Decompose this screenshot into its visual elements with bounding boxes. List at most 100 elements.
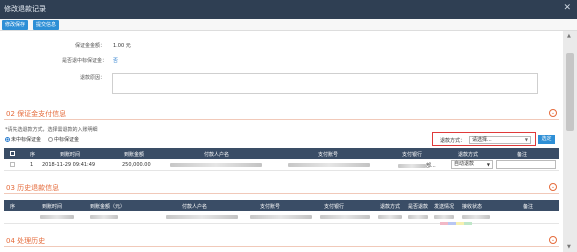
status-swatch xyxy=(440,222,448,225)
radio-unwon[interactable]: 未中标保证金 xyxy=(5,136,41,143)
history-cell-redacted xyxy=(408,214,428,220)
section-history-title: 03 历史退款信息 xyxy=(6,184,60,192)
radio-won[interactable]: 中标保证金 xyxy=(48,136,79,143)
row-bank: 部... xyxy=(398,162,436,169)
history-col-index: 序 xyxy=(10,204,16,210)
row-account-redacted xyxy=(288,162,370,168)
dropdown-caret-icon: ▼ xyxy=(524,137,528,142)
radio-unwon-label: 未中标保证金 xyxy=(11,137,42,143)
chevron-down-icon[interactable]: ⌄ xyxy=(549,183,557,191)
deposit-value: 1.00 元 xyxy=(113,43,131,49)
reason-label: 退款原因： xyxy=(80,75,106,81)
payment-col-note: 备注 xyxy=(517,152,528,158)
payment-col-amount: 到账金额 xyxy=(124,152,145,158)
history-cell-redacted xyxy=(90,214,118,220)
history-cell-redacted xyxy=(250,214,312,220)
history-cell-redacted xyxy=(462,214,490,220)
redacted-history xyxy=(90,214,118,219)
history-cell-redacted xyxy=(320,214,370,220)
section-process-title: 04 处理历史 xyxy=(6,237,46,245)
row-time: 2018-11-29 09:41:49 xyxy=(42,162,96,168)
row-index: 1 xyxy=(30,162,34,168)
history-status-colors xyxy=(440,222,472,225)
table-row[interactable]: 1 2018-11-29 09:41:49 250,000.00 部... 自动… xyxy=(4,159,559,171)
table-row[interactable] xyxy=(4,211,559,224)
deposit-label: 保证金金额： xyxy=(75,43,106,49)
refund-method-select[interactable]: 请选择... ▼ xyxy=(469,136,531,144)
section-payment-title: 02 保证金支付信息 xyxy=(6,110,67,118)
redacted-bank xyxy=(398,163,426,168)
refund-method-filter: 退款方式： 请选择... ▼ xyxy=(432,132,536,146)
winning-label: 是否退中标保证金： xyxy=(62,58,108,64)
row-bank-suffix: 部... xyxy=(426,163,436,169)
payment-table-header: 序 到账时间 到账金额 付款人户名 支付账号 支付银行 退款方式 备注 xyxy=(4,148,559,159)
row-amount: 250,000.00 xyxy=(122,162,151,168)
scroll-down-icon[interactable]: ▼ xyxy=(567,244,571,250)
payment-col-time: 到账时间 xyxy=(60,152,81,158)
vertical-scrollbar[interactable]: ▲ ▼ xyxy=(563,31,577,252)
redacted-history xyxy=(462,214,490,219)
select-all-checkbox[interactable] xyxy=(10,151,15,156)
redacted-history xyxy=(166,214,238,219)
submit-button[interactable]: 提交信息 xyxy=(33,20,60,30)
chevron-down-icon[interactable]: ⌄ xyxy=(549,109,557,117)
section-payment-header: 02 保证金支付信息 ⌄ xyxy=(4,109,559,120)
redacted-payer xyxy=(170,162,262,167)
status-swatch xyxy=(464,222,472,225)
winning-value: 否 xyxy=(113,58,119,64)
payment-col-method: 退款方式 xyxy=(458,152,479,158)
row-note-input[interactable] xyxy=(496,160,556,169)
redacted-history xyxy=(250,214,312,219)
redacted-history xyxy=(408,214,428,219)
history-col-payer: 付款人户名 xyxy=(182,204,208,210)
history-col-received: 接收状态 xyxy=(462,204,483,210)
radio-won-label: 中标保证金 xyxy=(54,137,80,143)
history-col-account: 支付账号 xyxy=(260,204,281,210)
select-button[interactable]: 选定 xyxy=(538,135,555,144)
history-col-sent: 发送情况 xyxy=(434,204,455,210)
status-swatch xyxy=(456,222,464,225)
payment-hint: *请先选退款方式，选择需退款的入账明细 xyxy=(5,127,98,133)
section-history-header: 03 历史退款信息 ⌄ xyxy=(4,183,559,194)
toolbar: 修改保存 提交信息 xyxy=(0,19,577,31)
history-cell-redacted xyxy=(378,214,402,220)
row-checkbox[interactable] xyxy=(10,162,15,167)
payment-col-index: 序 xyxy=(30,152,36,158)
redacted-history xyxy=(40,214,74,219)
status-swatch xyxy=(448,222,456,225)
history-col-time: 到账时间 xyxy=(42,204,63,210)
radio-unwon-dot xyxy=(5,137,10,142)
history-col-bank: 支付银行 xyxy=(324,204,345,210)
refund-method-placeholder: 请选择... xyxy=(472,137,492,143)
radio-won-dot xyxy=(48,137,53,142)
row-payer-redacted xyxy=(170,162,262,168)
row-method-select[interactable]: 自动退款 ▼ xyxy=(451,160,493,169)
refund-method-label: 退款方式： xyxy=(440,138,466,144)
redacted-history xyxy=(320,214,370,219)
history-col-note: 备注 xyxy=(523,204,534,210)
history-cell-redacted xyxy=(434,214,454,220)
redacted-history xyxy=(434,214,454,219)
scrollbar-thumb[interactable] xyxy=(566,53,574,131)
history-table-header: 序 到账时间 到账金额（元） 付款人户名 支付账号 支付银行 退款方式 是否退款… xyxy=(4,200,559,211)
close-icon[interactable]: ✕ xyxy=(563,3,571,13)
dropdown-caret-icon: ▼ xyxy=(486,162,490,167)
history-col-method: 退款方式 xyxy=(380,204,401,210)
save-button[interactable]: 修改保存 xyxy=(2,20,29,30)
payment-col-payer: 付款人户名 xyxy=(204,152,230,158)
history-cell-redacted xyxy=(166,214,238,220)
history-cell-redacted xyxy=(40,214,74,220)
content-area: 保证金金额： 1.00 元 是否退中标保证金： 否 退款原因： 02 保证金支付… xyxy=(0,31,563,252)
row-method-value: 自动退款 xyxy=(454,161,475,167)
chevron-down-icon[interactable]: ⌄ xyxy=(549,236,557,244)
window-titlebar: 修改退款记录 ✕ xyxy=(0,0,577,19)
payment-col-account: 支付账号 xyxy=(318,152,339,158)
redacted-account xyxy=(288,162,370,167)
section-process-header: 04 处理历史 ⌄ xyxy=(4,236,559,247)
reason-textarea[interactable] xyxy=(112,73,538,94)
payment-col-bank: 支付银行 xyxy=(402,152,423,158)
history-col-amount: 到账金额（元） xyxy=(90,204,126,210)
scroll-up-icon[interactable]: ▲ xyxy=(567,33,571,39)
window-title: 修改退款记录 xyxy=(4,5,46,13)
redacted-history xyxy=(378,214,402,219)
